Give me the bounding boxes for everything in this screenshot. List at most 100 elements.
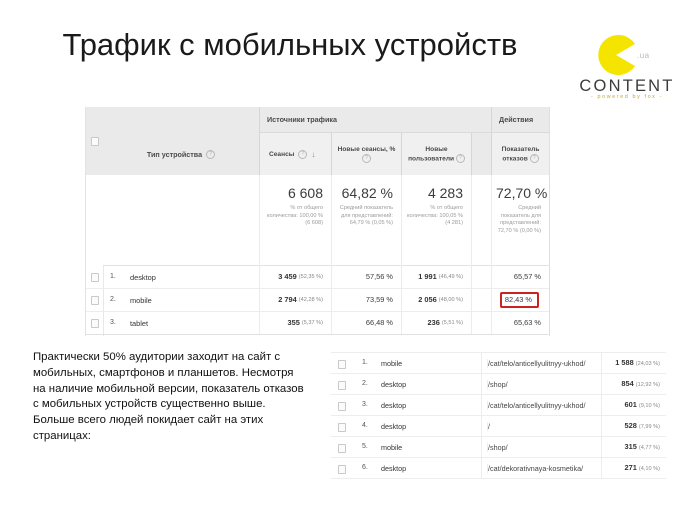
column-divider <box>481 374 482 394</box>
cell-new-users-pct: (46,49 %) <box>438 273 463 280</box>
summary-subtext: % от общего количества: 100,05 % (4 281) <box>406 205 463 227</box>
column-divider <box>601 458 602 478</box>
row-value: 1 588 (24,03 %) <box>615 358 660 367</box>
row-checkbox[interactable] <box>91 296 99 305</box>
summary-subtext: % от общего количества: 100,00 % (6 608) <box>266 205 323 227</box>
row-checkbox[interactable] <box>338 444 346 453</box>
column-divider <box>601 395 602 415</box>
table-gutter-header <box>86 107 104 175</box>
logo-tagline: - powered by fox - <box>591 94 663 100</box>
row-value-number: 271 <box>624 463 637 472</box>
row-index: 4. <box>362 422 368 429</box>
column-header-new-users[interactable]: Новые пользователи ? <box>401 133 471 175</box>
row-device-name: desktop <box>381 380 407 389</box>
list-item[interactable]: 3. desktop /cat/telo/anticellyulitnyy-uk… <box>331 395 666 416</box>
row-index: 1. <box>362 359 368 366</box>
table-header-band: Источники трафика Действия Тип устройств… <box>103 107 549 176</box>
cell-new-sessions-pct: 57,56 % <box>331 265 401 288</box>
column-header-sessions[interactable]: Сеансы ? ↓ <box>259 133 331 175</box>
summary-spacer <box>471 175 492 265</box>
pacman-logo-icon <box>598 35 635 75</box>
table-row[interactable]: 1. desktop 3 459 (52,35 %) 57,56 % 1 991(… <box>86 265 549 289</box>
row-page-url[interactable]: /shop/ <box>487 443 508 452</box>
cell-bounce-rate: 65,63 % <box>491 311 549 334</box>
column-divider <box>481 353 482 373</box>
row-device-name: tablet <box>130 319 149 328</box>
row-index: 3. <box>110 319 116 326</box>
column-divider <box>601 374 602 394</box>
column-header-device-type-label: Тип устройства <box>146 149 203 159</box>
row-checkbox[interactable] <box>338 381 346 390</box>
summary-cell-new-users: 4 283 % от общего количества: 100,05 % (… <box>401 175 471 265</box>
row-checkbox[interactable] <box>338 360 346 369</box>
row-value-number: 315 <box>624 442 637 451</box>
table-row[interactable]: 2. mobile 2 794 (42,28 %) 73,59 % 2 056 (4… <box>86 288 549 312</box>
row-page-url[interactable]: /cat/dekorativnaya-kosmetika/ <box>487 464 583 473</box>
highlighted-bounce-rate: 82,43 % <box>499 291 539 308</box>
list-item[interactable]: 4. desktop / 528 (7,99 %) <box>331 416 666 437</box>
cell-sessions: 3 459 (52,35 %) <box>259 265 331 288</box>
row-value-pct: (4,10 %) <box>638 466 660 472</box>
help-icon[interactable]: ? <box>298 149 308 159</box>
summary-row: 6 608 % от общего количества: 100,00 % (… <box>103 175 549 266</box>
row-checkbox[interactable] <box>338 402 346 411</box>
row-value-pct: (9,10 %) <box>638 403 660 409</box>
column-header-sessions-label: Сеансы <box>269 150 295 158</box>
help-icon[interactable]: ? <box>455 153 465 163</box>
cell-sessions-value: 355 <box>287 318 300 327</box>
help-icon[interactable]: ? <box>206 149 216 159</box>
summary-value: 72,70 % <box>496 185 548 201</box>
summary-subtext: Средний показатель для представлений: 72… <box>497 205 541 234</box>
row-index: 2. <box>362 380 368 387</box>
row-page-url[interactable]: /cat/telo/anticellyulitnyy-ukhod/ <box>487 359 585 368</box>
list-item[interactable]: 2. desktop /shop/ 854 (12,92 %) <box>331 374 666 395</box>
cell-new-users: 2 056 (48,00 %) <box>401 288 471 311</box>
summary-cell-sessions: 6 608 % от общего количества: 100,00 % (… <box>259 175 331 265</box>
cell-sessions-pct: (5,37 %) <box>301 319 323 326</box>
cell-new-users-value: 2 056 <box>418 295 437 304</box>
summary-value: 64,82 % <box>341 185 393 201</box>
column-header-bounce-rate[interactable]: Показатель отказов ? <box>491 133 549 175</box>
row-page-url[interactable]: / <box>487 422 490 431</box>
row-value-number: 601 <box>624 400 637 409</box>
column-group-actions: Действия <box>491 107 549 133</box>
row-index: 2. <box>110 296 116 303</box>
sort-descending-icon[interactable]: ↓ <box>311 150 315 159</box>
row-checkbox[interactable] <box>91 273 99 282</box>
column-divider <box>601 437 602 457</box>
row-checkbox[interactable] <box>338 465 346 474</box>
cell-bounce-rate-value: 65,63 % <box>513 318 541 327</box>
row-value: 854 (12,92 %) <box>621 379 660 388</box>
cell-bounce-rate: 82,43 % <box>491 288 549 311</box>
help-icon[interactable]: ? <box>529 153 539 163</box>
table-bottom-border <box>85 334 548 335</box>
table-row[interactable]: 3. tablet 355 (5,37 %) 66,48 % 236 (5,51 %… <box>86 311 549 335</box>
logo: .ua CONTENT - powered by fox - <box>569 33 681 105</box>
row-device-name: desktop <box>130 273 156 282</box>
list-item[interactable]: 1. mobile /cat/telo/anticellyulitnyy-ukh… <box>331 353 666 374</box>
cell-sessions: 355 (5,37 %) <box>259 311 331 334</box>
row-spacer <box>471 311 492 334</box>
cell-new-users-pct: (48,00 %) <box>438 296 463 303</box>
row-value-pct: (7,99 %) <box>638 424 660 430</box>
cell-sessions-value: 2 794 <box>278 295 297 304</box>
summary-cell-new-sessions-pct: 64,82 % Средний показатель для представл… <box>331 175 401 265</box>
row-device-name: desktop <box>381 422 407 431</box>
list-item[interactable]: 5. mobile /shop/ 315 (4,77 %) <box>331 437 666 458</box>
row-page-url[interactable]: /shop/ <box>487 380 508 389</box>
row-checkbox[interactable] <box>338 423 346 432</box>
list-item[interactable]: 6. desktop /cat/dekorativnaya-kosmetika/… <box>331 458 666 479</box>
select-all-checkbox[interactable] <box>91 137 99 146</box>
row-index: 6. <box>362 464 368 471</box>
help-icon[interactable]: ? <box>362 153 371 163</box>
row-page-url[interactable]: /cat/telo/anticellyulitnyy-ukhod/ <box>487 401 585 410</box>
row-value-pct: (4,77 %) <box>638 445 660 451</box>
column-header-new-sessions-pct[interactable]: Новые сеансы, % ? <box>331 133 401 175</box>
column-header-device-type[interactable]: Тип устройства ? <box>103 133 259 175</box>
cell-sessions-value: 3 459 <box>278 272 297 281</box>
row-value: 601 (9,10 %) <box>625 400 660 409</box>
row-value-number: 1 588 <box>615 358 634 367</box>
row-spacer <box>471 265 492 288</box>
row-checkbox[interactable] <box>91 319 99 328</box>
row-value-pct: (24,03 %) <box>635 361 660 367</box>
